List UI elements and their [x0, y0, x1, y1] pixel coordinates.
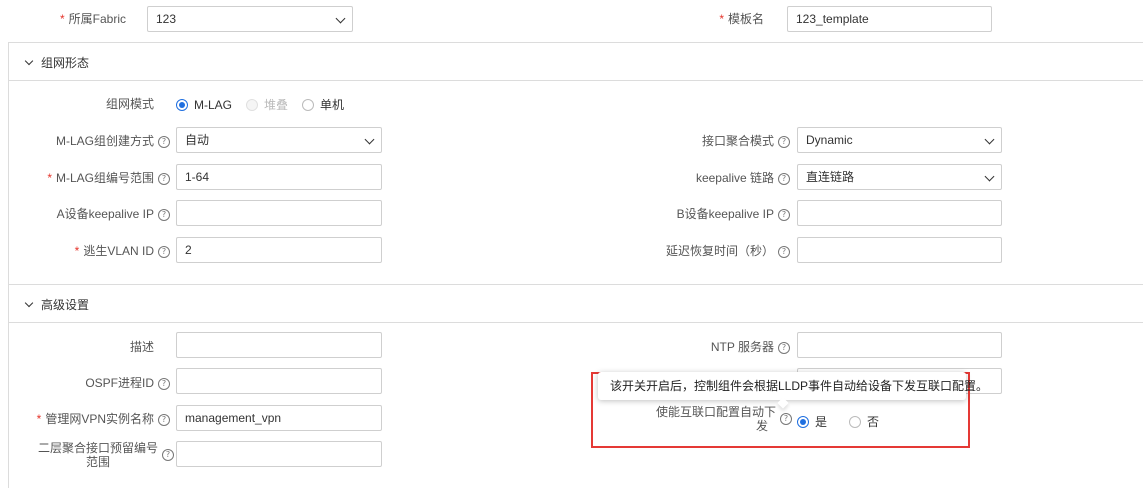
help-icon[interactable]: ?: [162, 449, 174, 461]
description-input[interactable]: [176, 332, 382, 358]
mgmt-vpn-label: * 管理网VPN实例名称?: [20, 411, 170, 427]
description-label: 描述: [129, 340, 154, 354]
radio-checked-icon: [176, 98, 188, 111]
help-icon[interactable]: ?: [778, 172, 790, 185]
template-name-label: * 模板名: [719, 12, 764, 26]
a-keepalive-ip-input[interactable]: [176, 200, 382, 226]
help-icon[interactable]: ?: [158, 413, 170, 426]
b-keepalive-ip-label: B设备keepalive IP?: [620, 206, 790, 222]
fabric-label: * 所属Fabric: [59, 12, 126, 26]
ntp-server-input[interactable]: [797, 332, 1002, 358]
mgmt-vpn-input[interactable]: management_vpn: [176, 405, 382, 431]
help-icon[interactable]: ?: [778, 341, 790, 354]
fabric-select[interactable]: 123: [147, 6, 353, 32]
advanced-section-header[interactable]: 高级设置: [8, 284, 1143, 323]
mode-option-mlag[interactable]: M-LAG: [176, 98, 232, 112]
delay-recovery-input[interactable]: [797, 237, 1002, 263]
mode-option-standalone[interactable]: 单机: [302, 96, 344, 113]
chevron-down-icon: [24, 56, 34, 66]
mode-radio-group: M-LAG 堆叠 单机: [176, 96, 358, 113]
l2-agg-range-label: 二层聚合接口预留编号 范围 ?: [20, 441, 174, 469]
mode-label: 组网模式: [105, 97, 154, 111]
help-icon[interactable]: ?: [778, 208, 790, 221]
l2-agg-range-input[interactable]: [176, 441, 382, 467]
ospf-process-input[interactable]: [176, 368, 382, 394]
ntp-server-label: NTP 服务器?: [620, 339, 790, 355]
chevron-down-icon: [984, 134, 995, 145]
help-icon[interactable]: ?: [158, 208, 170, 221]
help-icon[interactable]: ?: [158, 172, 170, 185]
help-icon[interactable]: ?: [158, 245, 170, 258]
template-name-input[interactable]: 123_template: [787, 6, 992, 32]
help-icon[interactable]: ?: [158, 135, 170, 148]
escape-vlan-label: * 逃生VLAN ID?: [20, 243, 170, 259]
mlag-create-select[interactable]: 自动: [176, 127, 382, 153]
networking-section-title: 组网形态: [41, 56, 90, 70]
chevron-down-icon: [984, 171, 995, 182]
chevron-down-icon: [24, 298, 34, 308]
ospf-process-label: OSPF进程ID?: [20, 375, 170, 391]
chevron-down-icon: [335, 13, 346, 24]
b-keepalive-ip-input[interactable]: [797, 200, 1002, 226]
advanced-section-title: 高级设置: [41, 298, 90, 312]
mlag-range-input[interactable]: 1-64: [176, 164, 382, 190]
mode-option-stack[interactable]: 堆叠: [246, 96, 288, 113]
mlag-range-label: * M-LAG组编号范围?: [20, 170, 170, 186]
delay-recovery-label: 延迟恢复时间（秒）?: [600, 243, 790, 259]
radio-icon: [302, 98, 315, 111]
lacp-mode-label: 接口聚合模式?: [620, 133, 790, 149]
escape-vlan-input[interactable]: 2: [176, 237, 382, 263]
keepalive-link-label: keepalive 链路?: [620, 170, 790, 186]
help-icon[interactable]: ?: [158, 377, 170, 390]
keepalive-link-select[interactable]: 直连链路: [797, 164, 1002, 190]
lacp-mode-select[interactable]: Dynamic: [797, 127, 1002, 153]
mlag-create-label: M-LAG组创建方式?: [30, 133, 170, 149]
radio-icon: [246, 98, 259, 111]
networking-section-header[interactable]: 组网形态: [8, 42, 1143, 81]
help-icon[interactable]: ?: [778, 135, 790, 148]
help-tooltip: 该开关开启后，控制组件会根据LLDP事件自动给设备下发互联口配置。: [598, 372, 988, 400]
a-keepalive-ip-label: A设备keepalive IP?: [20, 206, 170, 222]
help-icon[interactable]: ?: [778, 245, 790, 258]
chevron-down-icon: [364, 134, 375, 145]
